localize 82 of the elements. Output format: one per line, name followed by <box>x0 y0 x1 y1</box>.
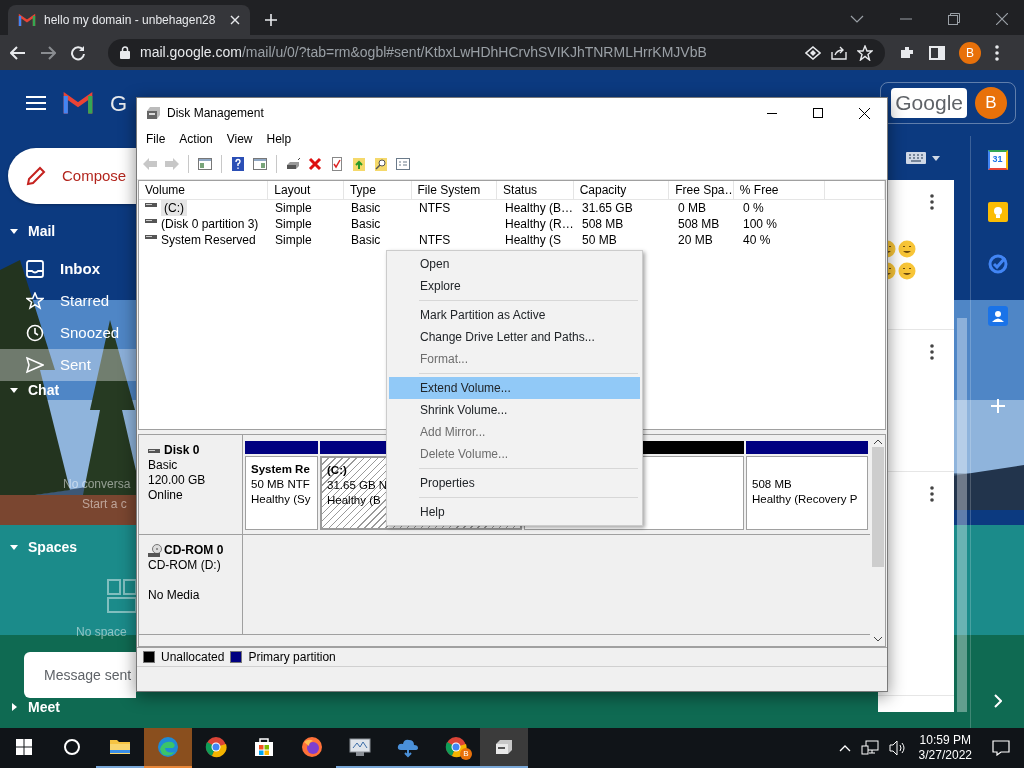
table-cell: NTFS <box>419 200 451 216</box>
table-cell: 508 MB <box>678 216 720 232</box>
partition-title: System Re <box>251 462 310 477</box>
disk-size: 120.00 GB <box>148 473 206 488</box>
table-cell: 0 MB <box>678 200 706 216</box>
table-cell: Simple <box>275 200 312 216</box>
column-header[interactable]: Free Spa… <box>669 181 734 199</box>
toast-message: Message sent <box>24 652 136 698</box>
empty-state-text: No space <box>76 624 127 641</box>
column-header[interactable]: Layout <box>268 181 344 199</box>
menu-item[interactable]: View <box>219 129 260 148</box>
partition-title: (C:) <box>327 463 347 478</box>
table-cell[interactable]: (C:) <box>161 200 187 216</box>
address-bar[interactable]: mail.google.com/mail/u/0/?tab=rm&ogbl#sent/KtbxLwHDhHCrvhSVIKJhTNRMLHrrKMJVbB <box>108 38 885 67</box>
partition-info: Healthy (Sy <box>251 492 311 507</box>
sidebar-item[interactable]: Inbox <box>0 253 136 285</box>
table-cell: Basic <box>351 216 381 232</box>
disk-type: CD-ROM (D:) <box>148 558 221 573</box>
legend-label: Unallocated <box>161 649 225 666</box>
partition-info: 508 MB <box>752 477 792 492</box>
table-cell: 508 MB <box>582 216 624 232</box>
table-cell: 31.65 GB <box>582 200 633 216</box>
browser-tab[interactable]: hello my domain - unbehagen28 <box>8 5 250 35</box>
column-header[interactable]: Type <box>343 181 412 199</box>
partition-info: Healthy (Recovery P <box>752 492 858 507</box>
table-cell: 0 % <box>743 200 764 216</box>
menu-item[interactable]: Action <box>172 129 220 148</box>
partition-info: 50 MB NTF <box>251 477 310 492</box>
sidebar-item[interactable]: Starred <box>0 285 136 317</box>
table-cell: Simple <box>275 232 312 248</box>
tab-title: hello my domain - unbehagen28 <box>44 12 217 29</box>
table-cell[interactable]: (Disk 0 partition 3) <box>161 216 259 232</box>
clock-date[interactable]: 3/27/2022 <box>918 748 972 763</box>
partition-block[interactable]: System Re 50 MB NTF Healthy (Sy <box>245 456 318 530</box>
google-logo[interactable]: Google <box>891 88 967 118</box>
table-cell: NTFS <box>419 232 451 248</box>
disk-name: CD-ROM 0 <box>164 543 224 558</box>
partition-block[interactable]: 508 MB Healthy (Recovery P <box>746 456 868 530</box>
table-cell: Healthy (S <box>505 232 562 248</box>
menu-item[interactable]: Mark Partition as Active <box>389 304 640 326</box>
table-cell[interactable]: System Reserved <box>161 232 256 248</box>
menu-item[interactable]: Properties <box>389 472 640 494</box>
disk-type: Basic <box>148 458 178 473</box>
table-cell: 40 % <box>743 232 771 248</box>
menu-item[interactable]: Help <box>389 501 640 523</box>
table-cell: Healthy (R… <box>505 216 574 232</box>
column-header[interactable]: % Free <box>733 181 826 199</box>
column-header[interactable]: Status <box>497 181 574 199</box>
table-cell: Healthy (B… <box>505 200 574 216</box>
table-cell: 20 MB <box>678 232 713 248</box>
table-cell: Simple <box>275 216 312 232</box>
partition-info: 31.65 GB N <box>327 478 388 493</box>
disk-label[interactable]: Disk 0 Basic 120.00 GB Online <box>139 435 243 534</box>
compose-button[interactable]: Compose <box>8 148 136 204</box>
sidebar-section[interactable]: Spaces <box>0 534 78 560</box>
menu-item[interactable]: Extend Volume... <box>389 377 640 399</box>
disk-name: Disk 0 <box>164 443 200 458</box>
table-cell: Basic <box>351 200 381 216</box>
column-header[interactable]: Volume <box>139 181 269 199</box>
column-header[interactable]: File System <box>411 181 498 199</box>
window-title: Disk Management <box>167 105 264 122</box>
profile-badge: B <box>460 748 472 760</box>
menu-item[interactable]: Change Drive Letter and Paths... <box>389 326 640 348</box>
sidebar-section[interactable]: Mail <box>0 218 56 244</box>
disk-label[interactable]: CD-ROM 0 CD-ROM (D:) No Media <box>139 535 243 634</box>
menu-item[interactable]: Help <box>259 129 299 148</box>
disk-status: No Media <box>148 588 200 603</box>
table-cell: 50 MB <box>582 232 617 248</box>
menu-item[interactable]: Shrink Volume... <box>389 399 640 421</box>
clock-time[interactable]: 10:59 PM <box>919 733 971 748</box>
calendar-icon[interactable]: 31 <box>987 150 1008 170</box>
menu-item[interactable]: Explore <box>389 275 640 297</box>
legend-label: Primary partition <box>248 649 336 666</box>
disk-status: Online <box>148 488 183 503</box>
table-cell: Basic <box>351 232 381 248</box>
logo-text: G <box>110 89 128 118</box>
table-cell: 100 % <box>743 216 778 232</box>
menu-item[interactable]: Open <box>389 253 640 275</box>
partition-info: Healthy (B <box>327 493 381 508</box>
column-header[interactable]: Capacity <box>573 181 670 199</box>
menu-item[interactable]: File <box>139 129 173 148</box>
url-text: mail.google.com/mail/u/0/?tab=rm&ogbl#sent/KtbxLwHDhHCrvhSVIKJhTNRMLHrrKMJVbB <box>140 43 708 62</box>
